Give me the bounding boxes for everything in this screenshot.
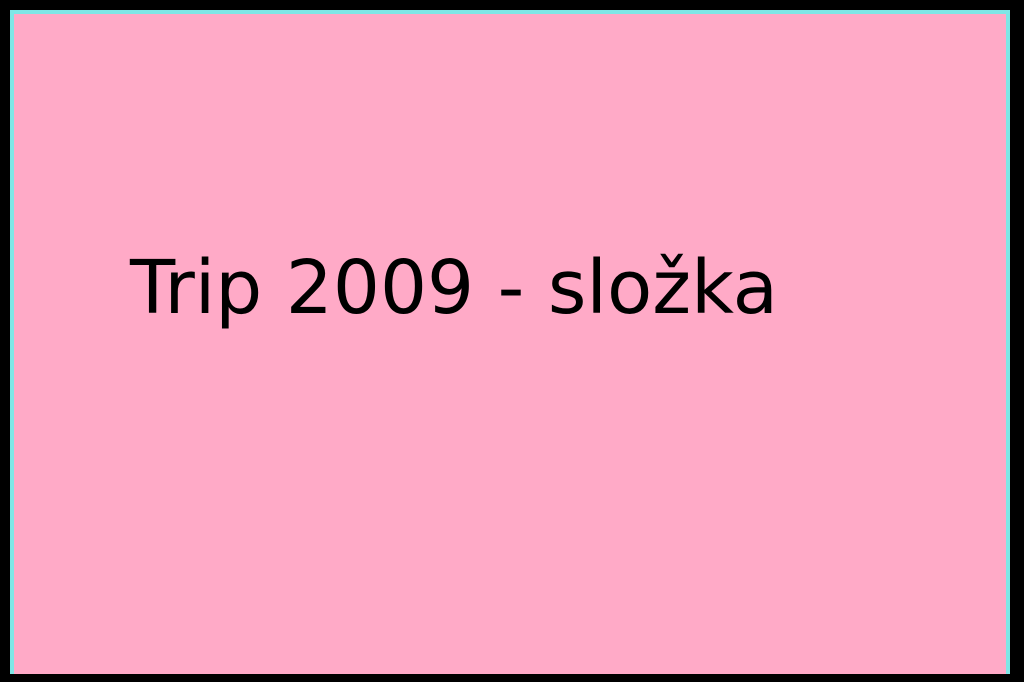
folder-tile[interactable]: Trip 2009 - složka — [10, 10, 1010, 674]
folder-title: Trip 2009 - složka — [130, 245, 779, 331]
